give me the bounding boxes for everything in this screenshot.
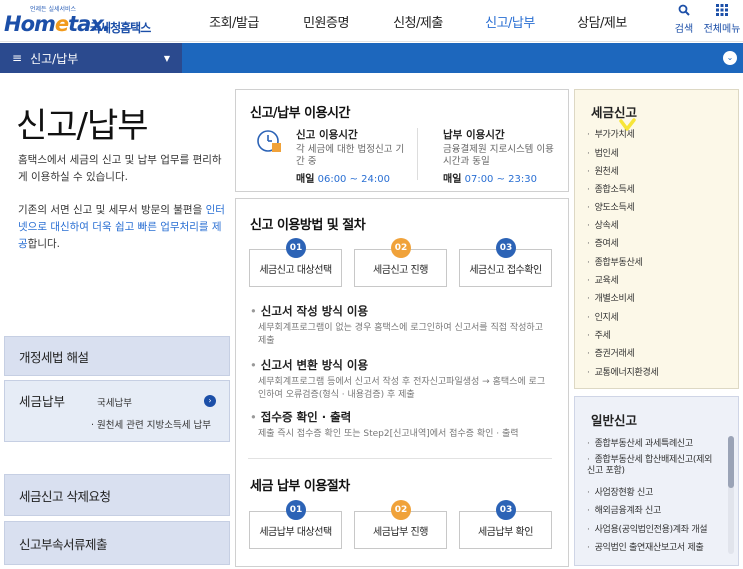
method-write: 신고서 작성 방식 이용 세무회계프로그램이 없는 경우 홈택스에 로그인하여 …: [250, 303, 546, 348]
clock-icon: [257, 130, 281, 152]
step-number: 01: [286, 238, 306, 258]
pay-procedure-title: 세금 납부 이용절차: [250, 479, 350, 494]
report-hours: 신고 이용시간 각 세금에 대한 법정신고 기간 중 매일 06:00 ~ 24…: [296, 129, 405, 185]
tax-item-securities[interactable]: 증권거래세: [587, 346, 635, 359]
tax-law-button[interactable]: 개정세법 해설: [4, 336, 230, 376]
general-item-1[interactable]: 종합부동산세 과세특례신고: [587, 436, 694, 449]
nav-certificate[interactable]: 민원증명: [280, 0, 372, 42]
logo-korean-name: 국세청홈택스: [90, 21, 151, 35]
tax-item-withholding[interactable]: 원천세: [587, 164, 619, 177]
intro-text: 홈택스에서 세금의 신고 및 납부 업무를 편리하게 이용하실 수 있습니다.: [18, 154, 222, 183]
tax-item-consumption[interactable]: 개별소비세: [587, 291, 635, 304]
general-item-5[interactable]: 사업용(공익법인전용)계좌 개설: [587, 522, 708, 535]
step-number: 03: [496, 238, 516, 258]
attachment-submit-button[interactable]: 신고부속서류제출: [4, 521, 230, 565]
search-label: 검색: [674, 24, 694, 35]
caret-down-icon: ▼: [163, 53, 170, 63]
cursor-highlight-icon: [619, 118, 636, 131]
tax-item-stamp[interactable]: 인지세: [587, 310, 619, 323]
section-menu-label: 신고/납부: [30, 51, 79, 66]
grid-menu-icon: [716, 4, 728, 20]
global-nav: 조회/발급 민원증명 신청/제출 신고/납부 상담/제보: [188, 0, 648, 42]
search-button[interactable]: 검색: [667, 4, 701, 35]
general-report-title: 일반신고: [591, 413, 638, 428]
section-menu-select[interactable]: ≡ 신고/납부 ▼: [0, 43, 182, 73]
method-receipt: 접수증 확인 · 출력 제출 즉시 접수증 확인 또는 Step2[신고내역]에…: [250, 409, 546, 441]
nav-application[interactable]: 신청/제출: [372, 0, 464, 42]
tax-item-gift[interactable]: 증여세: [587, 236, 619, 249]
tax-item-transfer[interactable]: 양도소득세: [587, 200, 635, 213]
tax-item-property[interactable]: 종합부동산세: [587, 255, 643, 268]
all-menu-button[interactable]: 전체메뉴: [701, 4, 743, 35]
delete-request-button[interactable]: 세금신고 삭제요청: [4, 474, 230, 516]
step-number: 03: [496, 500, 516, 520]
nav-report-pay[interactable]: 신고/납부: [464, 0, 556, 42]
page-title: 신고/납부: [16, 106, 149, 146]
step-number: 02: [391, 238, 411, 258]
general-item-4[interactable]: 해외금융계좌 신고: [587, 503, 662, 516]
section-bar: ≡ 신고/납부 ▼ ⌄: [0, 43, 743, 73]
all-menu-label: 전체메뉴: [703, 24, 741, 35]
step-number: 02: [391, 500, 411, 520]
procedure-title: 신고 이용방법 및 절차: [250, 218, 366, 233]
step-number: 01: [286, 500, 306, 520]
tax-item-education[interactable]: 교육세: [587, 273, 619, 286]
tax-report-panel: 세금신고 부가가치세 법인세 원천세 종합소득세 양도소득세 상속세 증여세 종…: [574, 89, 739, 389]
scrollbar-thumb[interactable]: [728, 436, 734, 488]
hometax-logo[interactable]: 언제든 실세서비스 Hometax. 국세청홈택스: [4, 4, 152, 38]
general-item-3[interactable]: 사업장현황 신고: [587, 485, 654, 498]
pay-hours: 납부 이용시간 금융결제원 지로시스템 이용시간과 동일 매일 07:00 ~ …: [443, 129, 554, 185]
hours-title: 신고/납부 이용시간: [250, 106, 350, 121]
nav-consult[interactable]: 상담/제보: [556, 0, 648, 42]
tax-pay-panel[interactable]: 세금납부 국세납부 › · 원천세 관련 지방소득세 납부: [4, 380, 230, 442]
divider: [417, 128, 418, 180]
general-report-panel: 일반신고 종합부동산세 과세특례신고 종합부동산세 합산배제신고(제외신고 포함…: [574, 396, 739, 566]
national-tax-pay-link[interactable]: 국세납부: [97, 395, 132, 409]
chevron-down-icon[interactable]: ⌄: [723, 51, 737, 65]
tax-item-corporate[interactable]: 법인세: [587, 146, 619, 159]
tax-item-income[interactable]: 종합소득세: [587, 182, 635, 195]
general-item-6[interactable]: 공익법인 출연재산보고서 제출: [587, 540, 704, 553]
arrow-right-icon[interactable]: ›: [204, 395, 216, 407]
method-convert: 신고서 변환 방식 이용 세무회계프로그램 등에서 신고서 작성 후 전자신고파…: [250, 357, 546, 402]
tax-item-liquor[interactable]: 주세: [587, 328, 611, 341]
general-item-2[interactable]: 종합부동산세 합산배제신고(제외신고 포함): [587, 455, 717, 477]
divider: [248, 458, 552, 459]
site-header: 언제든 실세서비스 Hometax. 국세청홈택스 조회/발급 민원증명 신청/…: [0, 0, 743, 42]
tax-pay-title: 세금납부: [19, 394, 66, 409]
local-income-tax-link[interactable]: · 원천세 관련 지방소득세 납부: [91, 417, 211, 431]
hamburger-icon: ≡: [12, 51, 23, 65]
tax-item-energy[interactable]: 교통에너지환경세: [587, 365, 659, 378]
intro-text-2: 기존의 서면 신고 및 세무서 방문의 불편을 인터넷으로 대신하여 더욱 쉽고…: [18, 204, 225, 250]
search-icon: [678, 4, 690, 20]
nav-inquiry[interactable]: 조회/발급: [188, 0, 280, 42]
header-utility: 검색 전체메뉴: [667, 4, 743, 35]
tax-item-inheritance[interactable]: 상속세: [587, 218, 619, 231]
